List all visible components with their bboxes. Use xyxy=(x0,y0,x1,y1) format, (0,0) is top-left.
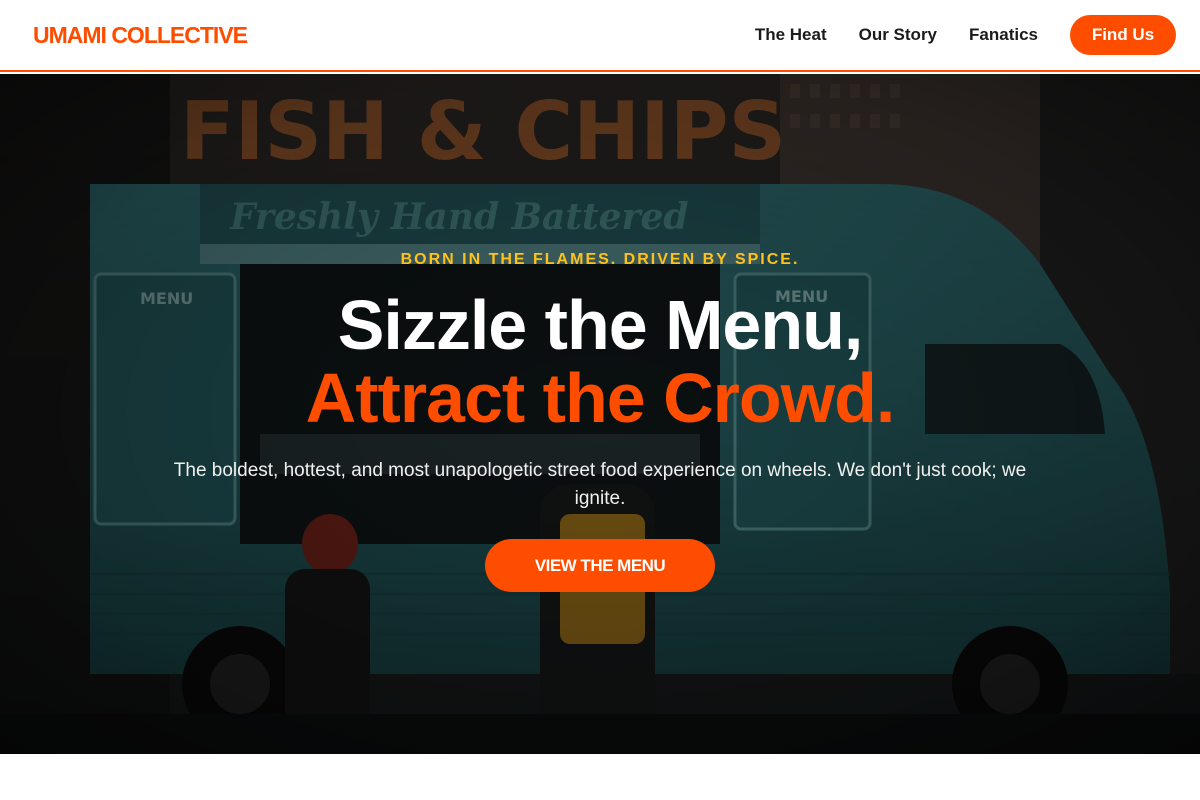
nav-link-the-heat[interactable]: The Heat xyxy=(755,25,827,45)
nav-link-fanatics[interactable]: Fanatics xyxy=(969,25,1038,45)
nav-link-our-story[interactable]: Our Story xyxy=(859,25,937,45)
site-header: UMAMI COLLECTIVE The Heat Our Story Fana… xyxy=(0,0,1200,72)
hero-subtext: The boldest, hottest, and most unapologe… xyxy=(173,460,1027,509)
view-menu-button[interactable]: VIEW THE MENU xyxy=(485,539,715,592)
below-fold-area xyxy=(0,754,1200,800)
find-us-button[interactable]: Find Us xyxy=(1070,15,1176,55)
brand-logo[interactable]: UMAMI COLLECTIVE xyxy=(33,22,248,49)
hero-eyebrow: BORN IN THE FLAMES. DRIVEN BY SPICE. xyxy=(400,251,800,268)
hero-headline-line2: Attract the Crowd. xyxy=(305,359,896,437)
hero-headline-line1: Sizzle the Menu, xyxy=(337,286,864,364)
hero-content: BORN IN THE FLAMES. DRIVEN BY SPICE. Siz… xyxy=(0,74,1200,754)
main-nav: The Heat Our Story Fanatics Find Us xyxy=(755,15,1176,55)
hero-section: FISH & CHIPS Freshly Hand Battered MENU … xyxy=(0,74,1200,754)
